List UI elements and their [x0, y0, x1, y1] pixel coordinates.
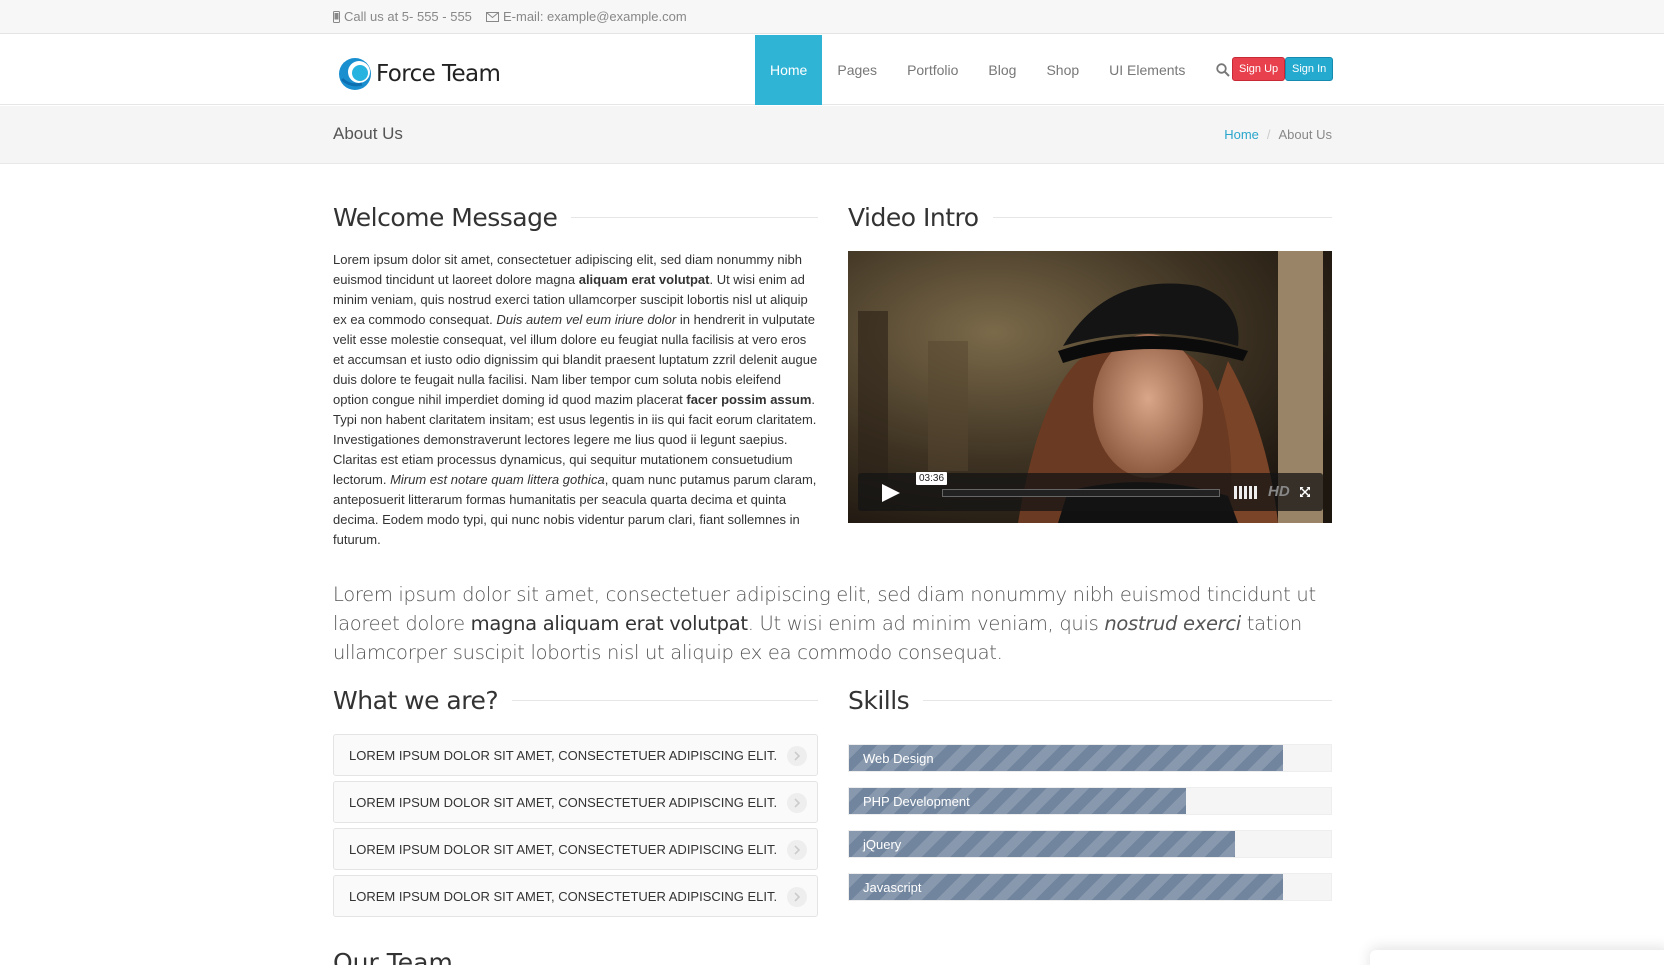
volume-icon[interactable]: [1234, 486, 1257, 499]
breadcrumb-current: About Us: [1278, 127, 1332, 142]
chevron-right-icon: [787, 746, 807, 766]
skill-bar: PHP Development: [848, 787, 1332, 815]
lead-text-part: . Ut wisi enim ad minim veniam, quis: [747, 612, 1105, 635]
search-icon: [1216, 63, 1230, 77]
breadcrumb: Home / About Us: [1224, 127, 1332, 142]
phone-info: Call us at 5- 555 - 555: [333, 9, 472, 24]
skills-title: Skills: [848, 685, 910, 715]
skill-label: Web Design: [863, 751, 934, 766]
email-info: E-mail: example@example.com: [486, 9, 687, 24]
brand-name: Force Team: [376, 61, 501, 87]
welcome-text: Lorem ipsum dolor sit amet, consectetuer…: [333, 250, 818, 550]
skill-bar: Javascript: [848, 873, 1332, 901]
top-info-bar: Call us at 5- 555 - 555 E-mail: example@…: [0, 0, 1664, 34]
sign-up-button[interactable]: Sign Up: [1232, 57, 1286, 81]
our-team-title: Our Team: [333, 948, 453, 965]
skills-heading: Skills: [848, 684, 1332, 716]
nav-portfolio[interactable]: Portfolio: [892, 35, 973, 105]
sign-in-button[interactable]: Sign In: [1285, 57, 1334, 81]
what-we-are-title: What we are?: [333, 685, 499, 715]
nav-shop[interactable]: Shop: [1031, 35, 1094, 105]
skill-label: PHP Development: [863, 794, 970, 809]
heading-divider: [571, 216, 818, 218]
skill-bar-fill: [849, 831, 1235, 857]
accordion-item[interactable]: LOREM IPSUM DOLOR SIT AMET, CONSECTETUER…: [333, 875, 818, 917]
nav-blog[interactable]: Blog: [973, 35, 1031, 105]
skill-bar: jQuery: [848, 830, 1332, 858]
accordion-item[interactable]: LOREM IPSUM DOLOR SIT AMET, CONSECTETUER…: [333, 781, 818, 823]
welcome-bold-1: aliquam erat volutpat: [578, 272, 710, 287]
welcome-heading: Welcome Message: [333, 201, 818, 233]
accordion-item[interactable]: LOREM IPSUM DOLOR SIT AMET, CONSECTETUER…: [333, 734, 818, 776]
welcome-italic-1: Duis autem vel eum iriure dolor: [496, 312, 677, 327]
nav-home[interactable]: Home: [755, 35, 823, 105]
heading-divider: [992, 216, 1332, 218]
breadcrumb-separator: /: [1266, 127, 1271, 142]
lead-bold: magna aliquam erat volutpat: [470, 612, 748, 635]
main-nav: Home Pages Portfolio Blog Shop UI Elemen…: [755, 35, 1245, 105]
heading-divider: [923, 699, 1332, 701]
skill-bar: Web Design: [848, 744, 1332, 772]
accordion-label: LOREM IPSUM DOLOR SIT AMET, CONSECTETUER…: [349, 889, 778, 904]
lead-paragraph: Lorem ipsum dolor sit amet, consectetuer…: [333, 580, 1333, 667]
fullscreen-icon[interactable]: [1299, 486, 1311, 498]
accordion-label: LOREM IPSUM DOLOR SIT AMET, CONSECTETUER…: [349, 795, 778, 810]
envelope-icon: [486, 11, 499, 22]
skill-label: Javascript: [863, 880, 922, 895]
video-time: 03:36: [916, 472, 948, 485]
video-heading: Video Intro: [848, 201, 1332, 233]
mobile-phone-icon: [333, 10, 340, 23]
accordion-label: LOREM IPSUM DOLOR SIT AMET, CONSECTETUER…: [349, 842, 778, 857]
skill-label: jQuery: [863, 837, 902, 852]
video-title: Video Intro: [848, 202, 979, 232]
logo-mark-icon: [339, 58, 371, 90]
breadcrumb-home[interactable]: Home: [1224, 127, 1259, 142]
hd-toggle[interactable]: HD: [1268, 483, 1290, 500]
heading-divider: [512, 699, 818, 701]
phone-text: Call us at 5- 555 - 555: [344, 9, 472, 24]
logo[interactable]: Force Team: [338, 57, 501, 91]
welcome-bold-2: facer possim assum: [686, 392, 812, 407]
what-we-are-heading: What we are?: [333, 684, 818, 716]
page-title: About Us: [333, 124, 403, 143]
nav-ui-elements[interactable]: UI Elements: [1094, 35, 1200, 105]
welcome-title: Welcome Message: [333, 202, 558, 232]
accordion-label: LOREM IPSUM DOLOR SIT AMET, CONSECTETUER…: [349, 748, 778, 763]
welcome-italic-2: Mirum est notare quam littera gothica: [390, 472, 605, 487]
video-seek-bar[interactable]: [942, 489, 1220, 497]
accordion-item[interactable]: LOREM IPSUM DOLOR SIT AMET, CONSECTETUER…: [333, 828, 818, 870]
email-text[interactable]: E-mail: example@example.com: [503, 9, 687, 24]
chevron-right-icon: [787, 840, 807, 860]
lead-italic: nostrud exerci: [1104, 612, 1241, 635]
chevron-right-icon: [787, 793, 807, 813]
page-title-bar: About Us Home / About Us: [0, 106, 1664, 164]
nav-pages[interactable]: Pages: [822, 35, 892, 105]
site-header: Force Team Home Pages Portfolio Blog Sho…: [0, 35, 1664, 105]
chevron-right-icon: [787, 887, 807, 907]
play-icon[interactable]: [882, 484, 900, 502]
floating-panel: [1370, 950, 1664, 965]
